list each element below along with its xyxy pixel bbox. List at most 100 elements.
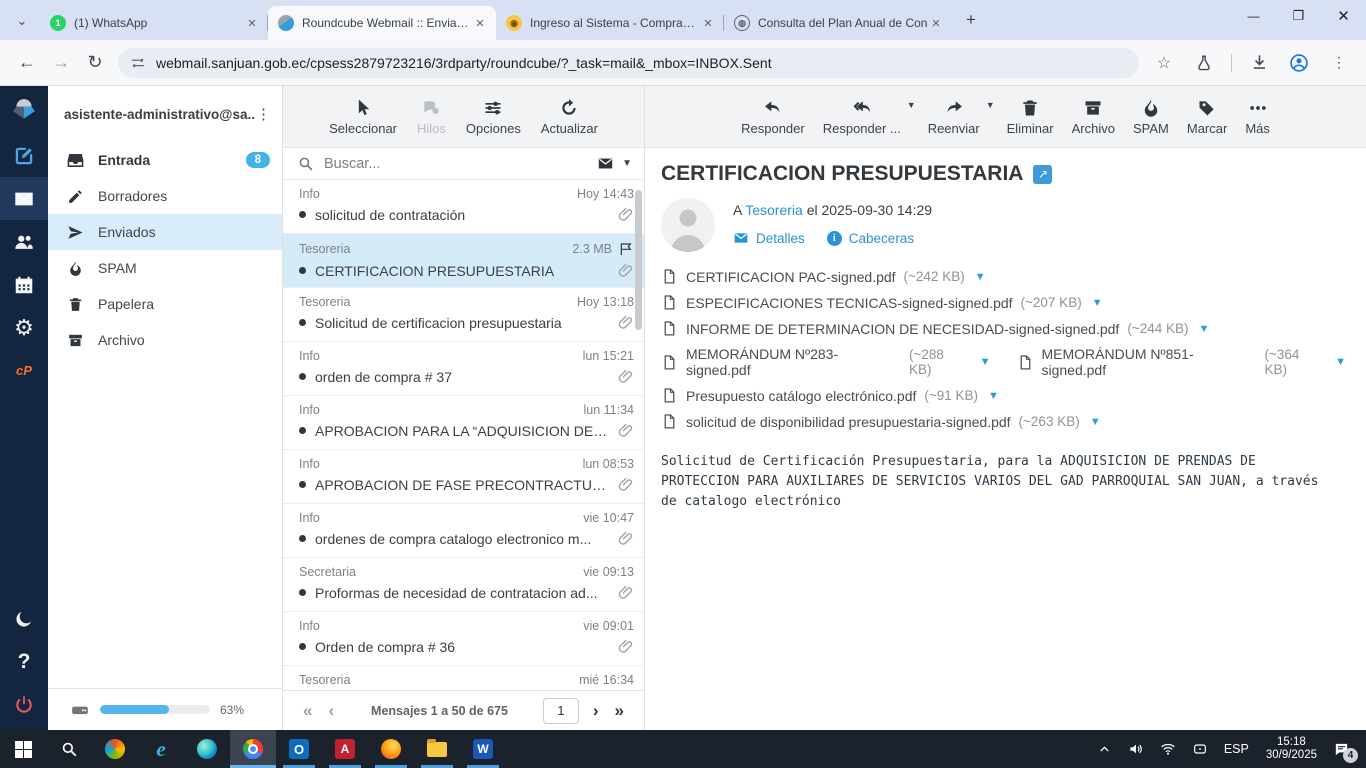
prev-page-button[interactable]: ‹ bbox=[320, 701, 342, 721]
folder-entrada[interactable]: Entrada 8 bbox=[48, 142, 282, 178]
list-actualizar-button[interactable]: Actualizar bbox=[533, 94, 606, 140]
msg-eliminar-button[interactable]: Eliminar bbox=[999, 94, 1062, 140]
unread-dot[interactable] bbox=[299, 481, 306, 488]
close-button[interactable]: ✕ bbox=[1321, 0, 1366, 32]
taskbar-edge-icon[interactable] bbox=[184, 730, 230, 768]
tray-app-icon[interactable] bbox=[1185, 730, 1215, 768]
rail-mail-button[interactable] bbox=[0, 177, 48, 220]
rail-help-button[interactable]: ? bbox=[0, 640, 48, 683]
search-input[interactable] bbox=[324, 155, 598, 172]
details-toggle[interactable]: Detalles bbox=[733, 230, 805, 246]
msg-responder-button[interactable]: Responder ... bbox=[815, 94, 909, 140]
profile-avatar-icon[interactable] bbox=[1282, 46, 1316, 80]
tab-close-icon[interactable]: ✕ bbox=[244, 15, 260, 31]
folder-borradores[interactable]: Borradores bbox=[48, 178, 282, 214]
restore-button[interactable]: ❐ bbox=[1276, 0, 1321, 32]
taskbar-file-explorer-icon[interactable] bbox=[414, 730, 460, 768]
unread-dot[interactable] bbox=[299, 427, 306, 434]
folder-archivo[interactable]: Archivo bbox=[48, 322, 282, 358]
browser-tab-4[interactable]: ◍ Consulta del Plan Anual de Con ✕ bbox=[724, 6, 952, 40]
taskbar-copilot-icon[interactable] bbox=[92, 730, 138, 768]
unread-dot[interactable] bbox=[299, 589, 306, 596]
list-seleccionar-button[interactable]: Seleccionar bbox=[321, 94, 405, 140]
search-scope-mail-icon[interactable] bbox=[597, 155, 614, 172]
list-scrollbar[interactable] bbox=[634, 182, 643, 722]
headers-toggle[interactable]: i Cabeceras bbox=[826, 230, 914, 246]
notifications-icon[interactable]: 4 bbox=[1327, 730, 1362, 768]
page-input[interactable] bbox=[542, 697, 579, 724]
attachment-name[interactable]: ESPECIFICACIONES TECNICAS-signed-signed.… bbox=[686, 295, 1013, 311]
attachment-item[interactable]: ESPECIFICACIONES TECNICAS-signed-signed.… bbox=[661, 294, 1103, 311]
attachment-item[interactable]: CERTIFICACION PAC-signed.pdf (~242 KB) ▼ bbox=[661, 268, 986, 285]
list-opciones-button[interactable]: Opciones bbox=[458, 94, 529, 140]
unread-dot[interactable] bbox=[299, 643, 306, 650]
msg-spam-button[interactable]: SPAM bbox=[1125, 94, 1177, 140]
clock[interactable]: 15:18 30/9/2025 bbox=[1258, 736, 1325, 762]
unread-dot[interactable] bbox=[299, 211, 306, 218]
tray-chevron-up-icon[interactable] bbox=[1090, 730, 1119, 768]
attachment-name[interactable]: MEMORÁNDUM Nº283-signed.pdf bbox=[686, 346, 901, 378]
folder-papelera[interactable]: Papelera bbox=[48, 286, 282, 322]
attachment-name[interactable]: MEMORÁNDUM Nº851-signed.pdf bbox=[1042, 346, 1257, 378]
volume-icon[interactable] bbox=[1121, 730, 1151, 768]
message-row-3[interactable]: Tesoreria Hoy 13:18 Solicitud de certifica… bbox=[283, 288, 644, 342]
forward-button[interactable]: → bbox=[44, 46, 78, 80]
attachment-name[interactable]: INFORME DE DETERMINACION DE NECESIDAD-si… bbox=[686, 321, 1119, 337]
message-row-9[interactable]: Info vie 09:01 Orden de compra # 36 bbox=[283, 612, 644, 666]
browser-tab-3[interactable]: ◉ Ingreso al Sistema - Compras P ✕ bbox=[496, 6, 724, 40]
account-menu-icon[interactable]: ⋮ bbox=[256, 105, 272, 123]
msg-reenviar-button[interactable]: Reenviar bbox=[920, 94, 988, 140]
taskbar-search-icon[interactable] bbox=[46, 730, 92, 768]
taskbar-start-icon[interactable] bbox=[0, 730, 46, 768]
tab-close-icon[interactable]: ✕ bbox=[928, 15, 944, 31]
bookmark-star-icon[interactable]: ☆ bbox=[1147, 46, 1181, 80]
taskbar-acrobat-icon[interactable]: A bbox=[322, 730, 368, 768]
message-row-10[interactable]: Tesoreria mié 16:34 bbox=[283, 666, 644, 690]
back-button[interactable]: ← bbox=[10, 46, 44, 80]
unread-dot[interactable] bbox=[299, 319, 306, 326]
attachment-menu-caret-icon[interactable]: ▼ bbox=[1092, 297, 1103, 309]
attachment-item[interactable]: Presupuesto catálogo electrónico.pdf (~91… bbox=[661, 387, 999, 404]
rail-compose-button[interactable] bbox=[0, 134, 48, 177]
message-row-6[interactable]: Info lun 08:53 APROBACION DE FASE PRECONTR… bbox=[283, 450, 644, 504]
tab-close-icon[interactable]: ✕ bbox=[472, 15, 488, 31]
last-page-button[interactable]: » bbox=[607, 701, 632, 721]
new-tab-button[interactable]: + bbox=[958, 7, 984, 33]
unread-dot[interactable] bbox=[299, 535, 306, 542]
chrome-labs-icon[interactable] bbox=[1187, 46, 1221, 80]
msg-marcar-button[interactable]: Marcar bbox=[1179, 94, 1235, 140]
attachment-item[interactable]: solicitud de disponibilidad presupuestar… bbox=[661, 413, 1101, 430]
open-external-icon[interactable]: ↗ bbox=[1033, 164, 1053, 184]
rail-contacts-button[interactable] bbox=[0, 220, 48, 263]
tab-close-icon[interactable]: ✕ bbox=[700, 15, 716, 31]
attachment-name[interactable]: CERTIFICACION PAC-signed.pdf bbox=[686, 269, 896, 285]
flag-icon[interactable] bbox=[618, 241, 634, 257]
attachment-menu-caret-icon[interactable]: ▼ bbox=[975, 271, 986, 283]
first-page-button[interactable]: « bbox=[295, 701, 320, 721]
message-row-1[interactable]: Info Hoy 14:43 solicitud de contratación bbox=[283, 180, 644, 234]
rail-dark-mode-button[interactable] bbox=[0, 597, 48, 640]
rail-logout-button[interactable] bbox=[0, 683, 48, 726]
search-options-chevron-icon[interactable]: ▼ bbox=[622, 158, 632, 169]
list-scrollbar-thumb[interactable] bbox=[635, 190, 642, 330]
attachment-menu-caret-icon[interactable]: ▼ bbox=[1199, 323, 1210, 335]
rail-calendar-button[interactable] bbox=[0, 263, 48, 306]
rail-settings-button[interactable]: ⚙ bbox=[0, 306, 48, 349]
downloads-icon[interactable] bbox=[1242, 46, 1276, 80]
attachment-item[interactable]: MEMORÁNDUM Nº283-signed.pdf (~288 KB) ▼ bbox=[661, 346, 991, 378]
message-row-7[interactable]: Info vie 10:47 ordenes de compra catalogo … bbox=[283, 504, 644, 558]
attachment-menu-caret-icon[interactable]: ▼ bbox=[980, 356, 991, 368]
taskbar-internet-explorer-icon[interactable]: e bbox=[138, 730, 184, 768]
rail-cpanel-button[interactable]: cP bbox=[0, 349, 48, 392]
message-row-8[interactable]: Secretaria vie 09:13 Proformas de necesida… bbox=[283, 558, 644, 612]
site-settings-icon[interactable] bbox=[130, 55, 146, 71]
attachment-name[interactable]: Presupuesto catálogo electrónico.pdf bbox=[686, 388, 916, 404]
unread-dot[interactable] bbox=[299, 373, 306, 380]
folder-enviados[interactable]: Enviados bbox=[48, 214, 282, 250]
taskbar-firefox-icon[interactable] bbox=[368, 730, 414, 768]
taskbar-chrome-icon[interactable] bbox=[230, 730, 276, 768]
attachment-menu-caret-icon[interactable]: ▼ bbox=[1090, 416, 1101, 428]
message-row-2[interactable]: Tesoreria 2.3 MB CERTIFICACION PRESUPUESTA… bbox=[283, 234, 644, 288]
taskbar-word-icon[interactable]: W bbox=[460, 730, 506, 768]
minimize-button[interactable]: — bbox=[1231, 0, 1276, 32]
